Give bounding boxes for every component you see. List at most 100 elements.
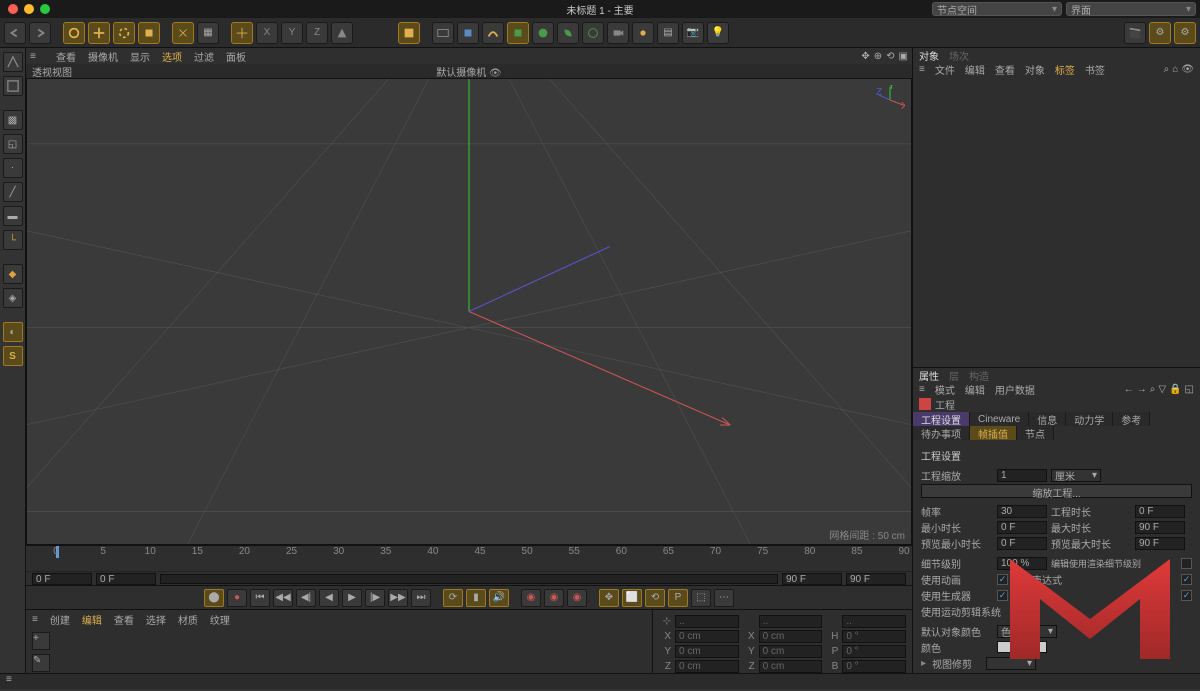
vp-menu-display[interactable]: 显示 [130, 49, 150, 64]
rot-p-input[interactable]: 0 ° [842, 645, 906, 658]
tab-structure[interactable]: 构造 [969, 368, 989, 383]
om-menu-view[interactable]: 查看 [995, 62, 1015, 77]
new-window-icon[interactable]: ◱ [1185, 384, 1194, 395]
om-menu-edit[interactable]: 编辑 [965, 62, 985, 77]
fwd-icon[interactable]: → [1137, 384, 1147, 395]
vp-maximize-icon[interactable]: ▣ [899, 51, 908, 62]
key-scale[interactable]: ◉ [544, 589, 564, 607]
scale-tool[interactable] [138, 22, 160, 44]
pos-z-input[interactable]: 0 cm [675, 660, 739, 673]
timeline-out[interactable]: 90 F [782, 573, 842, 585]
vp-menu-options[interactable]: 选项 [162, 49, 182, 64]
hamburger-icon[interactable]: ≡ [32, 614, 38, 625]
eye-icon[interactable]: 👁 [1181, 64, 1194, 75]
record-button[interactable]: ● [227, 589, 247, 607]
om-menu-tags[interactable]: 标签 [1055, 62, 1075, 77]
max-input[interactable]: 90 F [1135, 521, 1185, 534]
fields-menu[interactable] [532, 22, 554, 44]
coord-system-button[interactable] [231, 22, 253, 44]
rotate-tool[interactable] [113, 22, 135, 44]
hamburger-icon[interactable]: ≡ [30, 51, 44, 62]
subtab-project[interactable]: 工程设置 [913, 412, 970, 426]
clapboard-icon[interactable] [1124, 22, 1146, 44]
render-view-button[interactable] [398, 22, 420, 44]
vp-menu-filter[interactable]: 过滤 [194, 49, 214, 64]
rot-h-input[interactable]: 0 ° [842, 630, 906, 643]
subtab-interp[interactable]: 帧插值 [970, 426, 1017, 440]
vp-menu-camera[interactable]: 摄像机 [88, 49, 118, 64]
goto-end-button[interactable]: ⏭ [411, 589, 431, 607]
edit-material-button[interactable]: ✎ [32, 654, 50, 672]
color-swatch[interactable] [997, 641, 1047, 653]
use-def-check[interactable] [1181, 590, 1192, 601]
use-motion-check[interactable] [1015, 606, 1026, 617]
workplane-mode[interactable]: ◱ [3, 134, 23, 154]
lod-input[interactable]: 100 % [997, 557, 1047, 570]
world-toggle[interactable] [331, 22, 353, 44]
timeline-end[interactable]: 90 F [846, 573, 906, 585]
mat-menu-select[interactable]: 选择 [146, 612, 166, 627]
timeline-in[interactable]: 0 F [96, 573, 156, 585]
undo-button[interactable] [4, 22, 26, 44]
point-mode[interactable]: ⋅ [3, 158, 23, 178]
new-material-button[interactable]: + [32, 632, 50, 650]
autokey-button[interactable]: ⬤ [204, 589, 224, 607]
vp-rotate-icon[interactable]: ⟲ [886, 51, 894, 62]
search-icon[interactable]: ⌕ [1164, 64, 1170, 75]
default-color-select[interactable]: 色▾ [997, 625, 1057, 638]
lock-icon[interactable]: 🔒 [1169, 384, 1181, 395]
light-menu[interactable] [632, 22, 654, 44]
vp-zoom-icon[interactable]: ⊕ [874, 51, 882, 62]
close-window-icon[interactable] [8, 4, 18, 14]
length-input[interactable]: 0 F [1135, 505, 1185, 518]
back-icon[interactable]: ← [1124, 384, 1134, 395]
mat-menu-view[interactable]: 查看 [114, 612, 134, 627]
key-s[interactable]: ⬜ [622, 589, 642, 607]
axis-lock-button[interactable] [172, 22, 194, 44]
select-tool[interactable] [63, 22, 85, 44]
x-axis-lock[interactable]: X [256, 22, 278, 44]
loop-button[interactable]: ⟳ [443, 589, 463, 607]
tab-layers[interactable]: 层 [949, 368, 959, 383]
y-axis-lock[interactable]: Y [281, 22, 303, 44]
prev-frame-button[interactable]: ◀| [296, 589, 316, 607]
enable-snap[interactable]: ◈ [3, 288, 23, 308]
fps-input[interactable]: 30 [997, 505, 1047, 518]
project-scale-input[interactable]: 1 [997, 469, 1047, 482]
use-expr-check[interactable] [1181, 574, 1192, 585]
enable-axis[interactable]: ◆ [3, 264, 23, 284]
use-anim-check[interactable] [997, 574, 1008, 585]
camera-icon[interactable]: 📷 [682, 22, 704, 44]
pmax-input[interactable]: 90 F [1135, 537, 1185, 550]
axis-mode[interactable]: └ [3, 230, 23, 250]
tab-attributes[interactable]: 属性 [919, 368, 939, 383]
mat-menu-material[interactable]: 材质 [178, 612, 198, 627]
viewport[interactable]: Y X Z 网格间距 : 50 cm [26, 78, 912, 545]
hamburger-icon[interactable]: ≡ [919, 384, 925, 395]
subtab-cineware[interactable]: Cineware [970, 412, 1029, 426]
subtab-nodes[interactable]: 节点 [1017, 426, 1054, 440]
move-tool[interactable] [88, 22, 110, 44]
scale-project-button[interactable]: 缩放工程... [921, 484, 1192, 498]
mat-menu-edit[interactable]: 编辑 [82, 612, 102, 627]
tab-takes[interactable]: 场次 [949, 48, 969, 63]
object-mode[interactable] [3, 76, 23, 96]
key-rot[interactable]: ◉ [567, 589, 587, 607]
home-icon[interactable]: ⌂ [1172, 64, 1178, 75]
tab-objects[interactable]: 对象 [919, 48, 939, 63]
am-menu-mode[interactable]: 模式 [935, 382, 955, 397]
sds-toggle[interactable]: S [3, 346, 23, 366]
om-menu-bookmarks[interactable]: 书签 [1085, 62, 1105, 77]
lod-render-check[interactable] [1181, 558, 1192, 569]
play-button[interactable]: ▶ [342, 589, 362, 607]
key-more[interactable]: ⋯ [714, 589, 734, 607]
size-y-input[interactable]: 0 cm [759, 645, 823, 658]
project-unit-select[interactable]: 厘米▾ [1051, 469, 1101, 482]
mat-menu-create[interactable]: 创建 [50, 612, 70, 627]
light-icon[interactable]: 💡 [707, 22, 729, 44]
model-mode[interactable] [3, 52, 23, 72]
pos-y-input[interactable]: 0 cm [675, 645, 739, 658]
subtab-refs[interactable]: 参考 [1113, 412, 1150, 426]
play-back-button[interactable]: ◀ [319, 589, 339, 607]
am-menu-userdata[interactable]: 用户数据 [995, 382, 1035, 397]
